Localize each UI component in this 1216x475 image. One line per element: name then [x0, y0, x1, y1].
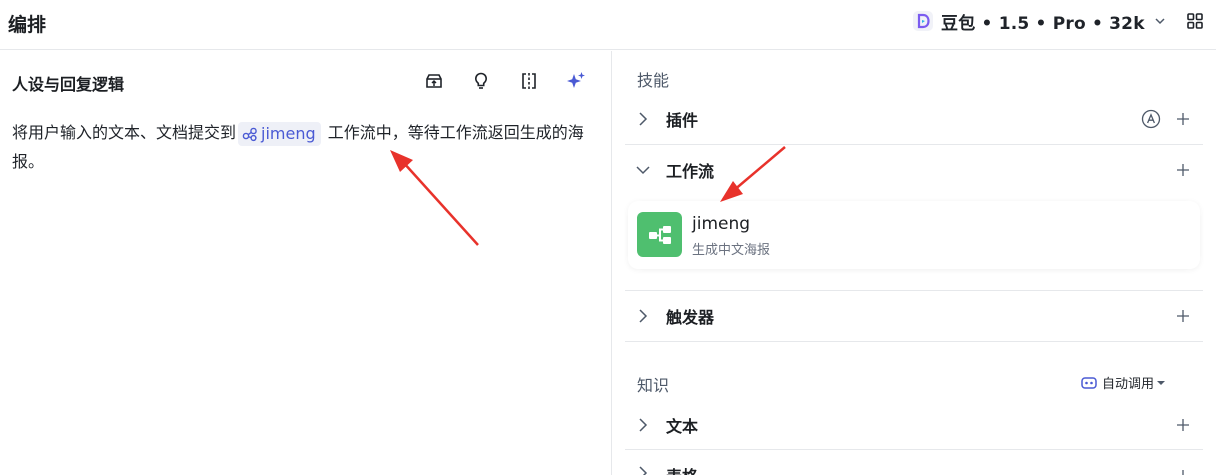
add-plugin-plus-icon[interactable] — [1173, 109, 1193, 129]
plugins-label: 插件 — [666, 111, 699, 130]
chevron-right-icon — [633, 306, 653, 326]
workflow-item-description: 生成中文海报 — [692, 243, 771, 258]
knowledge-text-row[interactable]: 文本 — [625, 400, 1203, 450]
chevron-down-icon — [633, 160, 653, 180]
layout-grid-icon[interactable] — [1186, 12, 1204, 30]
chevron-down-icon — [1155, 18, 1165, 25]
chevron-right-icon — [633, 463, 653, 475]
workflow-chip-label: jimeng — [261, 123, 316, 143]
knowledge-table-row[interactable]: 表格 — [625, 450, 1203, 475]
knowledge-group-label: 知识 — [637, 376, 670, 395]
persona-panel: 人设与回复逻辑 将用户输入的文本、文档提交到 jimeng 工作流中，等待工作流返… — [0, 51, 611, 475]
add-table-plus-icon[interactable] — [1173, 466, 1193, 475]
workflow-row[interactable]: 工作流 — [625, 145, 1203, 195]
workflow-item-card[interactable]: jimeng 生成中文海报 — [628, 201, 1200, 269]
prompt-text-before: 将用户输入的文本、文档提交到 — [12, 123, 237, 142]
top-bar: 编排 豆包 • 1.5 • Pro • 32k — [0, 0, 1216, 50]
add-workflow-plus-icon[interactable] — [1173, 160, 1193, 180]
plugins-row[interactable]: 插件 — [625, 94, 1203, 144]
skills-group-label: 技能 — [637, 71, 670, 90]
doubao-logo-icon — [913, 11, 933, 31]
skills-panel: 技能 插件 工作流 jimeng 生成中文海报 触发器 知识 自动调用 文本 — [612, 51, 1216, 475]
caret-down-icon — [1157, 380, 1166, 385]
model-name: 豆包 • 1.5 • Pro • 32k — [941, 13, 1145, 34]
knowledge-text-label: 文本 — [666, 417, 699, 436]
chevron-right-icon — [633, 415, 653, 435]
model-selector[interactable]: 豆包 • 1.5 • Pro • 32k — [913, 8, 1167, 34]
split-view-icon[interactable] — [517, 69, 541, 93]
workflow-label: 工作流 — [666, 162, 715, 181]
workflow-item-name: jimeng — [692, 214, 751, 234]
add-text-plus-icon[interactable] — [1173, 415, 1193, 435]
auto-mode-a-icon[interactable] — [1141, 109, 1161, 133]
page-title: 编排 — [8, 14, 47, 36]
knowledge-table-label: 表格 — [666, 463, 698, 475]
chevron-right-icon — [633, 109, 653, 129]
prompt-library-icon[interactable] — [422, 69, 446, 93]
triggers-label: 触发器 — [666, 308, 715, 327]
triggers-row[interactable]: 触发器 — [625, 291, 1203, 341]
ai-optimize-sparkle-icon[interactable] — [564, 69, 588, 93]
workflow-icon — [242, 127, 257, 141]
lightbulb-icon[interactable] — [469, 69, 493, 93]
auto-call-dropdown[interactable]: 自动调用 — [1081, 373, 1171, 392]
persona-title: 人设与回复逻辑 — [12, 75, 125, 94]
workflow-reference-chip[interactable]: jimeng — [238, 121, 321, 146]
persona-prompt-text[interactable]: 将用户输入的文本、文档提交到 jimeng 工作流中，等待工作流返回生成的海报。 — [12, 118, 607, 176]
workflow-item-icon — [637, 212, 682, 257]
auto-call-label: 自动调用 — [1102, 377, 1155, 392]
row-divider — [625, 341, 1203, 342]
add-trigger-plus-icon[interactable] — [1173, 306, 1193, 326]
robot-icon — [1081, 376, 1097, 389]
